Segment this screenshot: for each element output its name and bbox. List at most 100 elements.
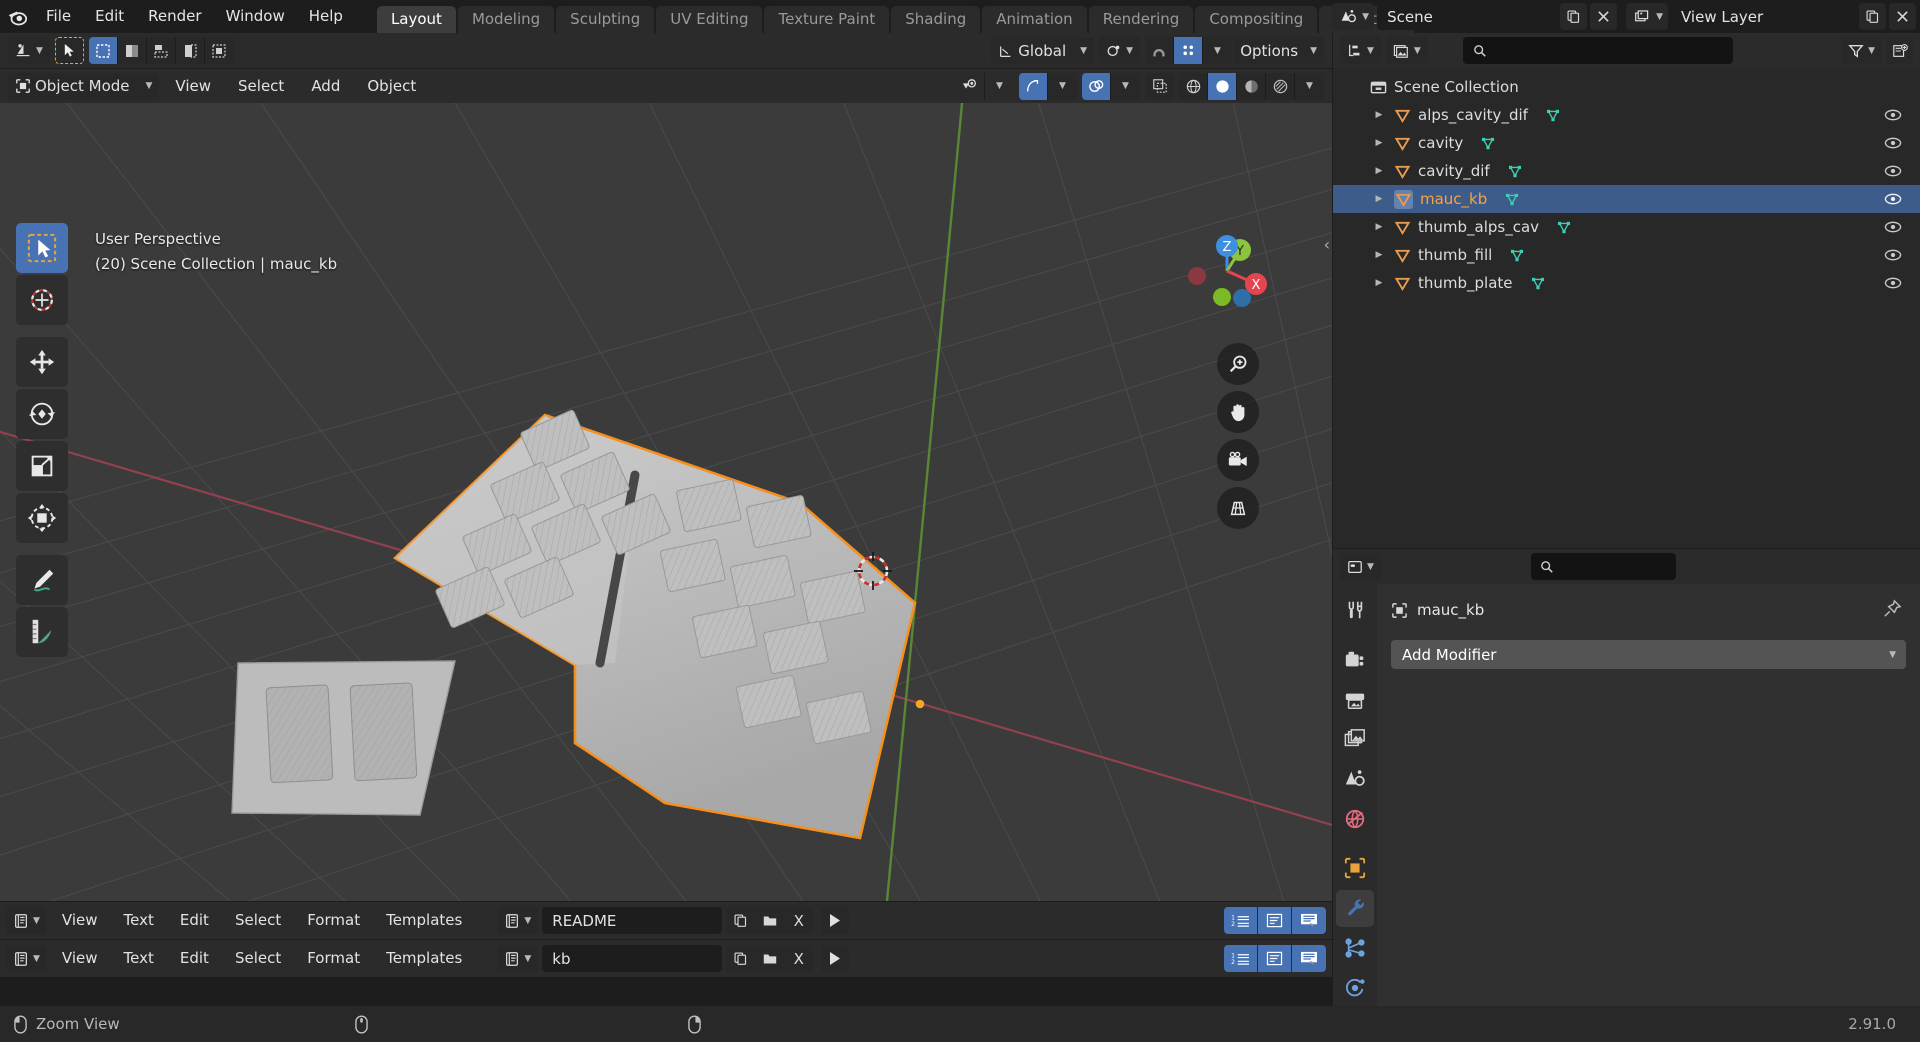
3d-viewport[interactable]: ▼ Global ▼ ▼ ▼ Options ▼ Object Mode ▼ V… <box>0 33 1332 901</box>
add-modifier-button[interactable]: Add Modifier ▼ <box>1391 640 1906 669</box>
outliner-item-thumb_plate[interactable]: ▶ thumb_plate <box>1333 269 1920 297</box>
syntax-highlight-icon-1[interactable] <box>1292 907 1326 934</box>
line-numbers-icon-2[interactable]: 12 <box>1224 945 1258 972</box>
outliner-search-input[interactable] <box>1462 37 1733 64</box>
properties-search-input[interactable] <box>1530 553 1676 580</box>
cursor-tool-button[interactable] <box>16 275 68 325</box>
close-x-icon-2[interactable]: X <box>784 945 814 972</box>
tweak-select-icon[interactable] <box>54 37 84 64</box>
menu-help[interactable]: Help <box>297 4 355 29</box>
mesh-data-icon-1[interactable] <box>1480 135 1496 151</box>
text-menu-edit-1[interactable]: Edit <box>169 907 220 934</box>
shading-solid-icon[interactable] <box>1208 72 1237 100</box>
tab-texture-paint[interactable]: Texture Paint <box>764 6 890 33</box>
tab-render[interactable] <box>1336 642 1374 679</box>
visibility-group[interactable]: ▼ <box>956 72 1014 100</box>
menu-file[interactable]: File <box>34 4 83 29</box>
outliner-item-thumb_fill[interactable]: ▶ thumb_fill <box>1333 241 1920 269</box>
tab-tool[interactable] <box>1336 592 1374 629</box>
outliner-item-mauc_kb[interactable]: ▶ mauc_kb <box>1333 185 1920 213</box>
move-tool-button[interactable] <box>16 337 68 387</box>
orthographic-toggle-icon[interactable] <box>1217 487 1259 529</box>
outliner-item-thumb_alps_cav[interactable]: ▶ thumb_alps_cav <box>1333 213 1920 241</box>
shading-wireframe-icon[interactable] <box>1179 72 1208 100</box>
word-wrap-icon-1[interactable] <box>1258 907 1292 934</box>
tab-rendering[interactable]: Rendering <box>1088 6 1194 33</box>
run-script-icon-1[interactable] <box>821 907 850 934</box>
editor-type-text-icon[interactable]: ▼ <box>6 907 47 934</box>
shading-rendered-icon[interactable] <box>1266 72 1295 100</box>
viewport-menu-select[interactable]: Select <box>227 73 295 100</box>
close-x-icon-1[interactable]: X <box>784 907 814 934</box>
mesh-data-icon-4[interactable] <box>1556 219 1572 235</box>
tab-animation[interactable]: Animation <box>982 6 1087 33</box>
pan-hand-icon[interactable] <box>1217 391 1259 433</box>
outliner-root-scene-collection[interactable]: Scene Collection <box>1333 73 1920 101</box>
select-box-icon[interactable] <box>88 37 118 64</box>
new-view-layer-button[interactable] <box>1859 3 1886 30</box>
overlays-dropdown-chevron-icon[interactable]: ▼ <box>1111 73 1140 100</box>
tab-uv-editing[interactable]: UV Editing <box>656 6 763 33</box>
tab-scene[interactable] <box>1336 761 1374 798</box>
mesh-data-icon-5[interactable] <box>1509 247 1525 263</box>
new-collection-icon[interactable] <box>1886 37 1913 64</box>
select-subtract-icon[interactable] <box>147 37 176 64</box>
scene-name-field[interactable]: Scene <box>1377 3 1558 30</box>
mesh-data-icon-0[interactable] <box>1545 107 1561 123</box>
overlays-icon[interactable] <box>1082 72 1111 100</box>
gizmo-icon[interactable] <box>1019 72 1048 100</box>
menu-edit[interactable]: Edit <box>83 4 136 29</box>
tab-shading[interactable]: Shading <box>891 6 981 33</box>
x-ray-toggle-icon[interactable] <box>1145 73 1174 100</box>
text-menu-view-2[interactable]: View <box>51 945 109 972</box>
outliner-item-alps_cavity_dif[interactable]: ▶ alps_cavity_dif <box>1333 101 1920 129</box>
line-numbers-icon-1[interactable]: 12 <box>1224 907 1258 934</box>
outliner-item-cavity_dif[interactable]: ▶ cavity_dif <box>1333 157 1920 185</box>
new-scene-button[interactable] <box>1560 3 1588 30</box>
text-editor-kb[interactable]: ▼ View Text Edit Select Format Templates… <box>0 939 1332 977</box>
editor-type-3dview-icon[interactable]: ▼ <box>8 37 50 64</box>
visibility-eye-icon-5[interactable] <box>1884 248 1902 262</box>
pin-icon[interactable] <box>1883 599 1902 618</box>
object-mode-dropdown[interactable]: Object Mode ▼ <box>8 72 160 100</box>
text-filename-field-2[interactable]: kb <box>542 945 723 972</box>
text-datablock-icon-1[interactable]: ▼ <box>497 907 539 934</box>
gizmo-group[interactable]: ▼ <box>1019 72 1077 100</box>
text-menu-view-1[interactable]: View <box>51 907 109 934</box>
tab-compositing[interactable]: Compositing <box>1195 6 1318 33</box>
disclosure-icon-6[interactable]: ▶ <box>1371 278 1387 288</box>
outliner-display-mode-icon[interactable]: ▼ <box>1340 37 1381 64</box>
snap-group[interactable]: ▼ <box>1145 37 1232 64</box>
measure-tool-button[interactable] <box>16 607 68 657</box>
properties-editor[interactable]: ▼ mauc_kb Add Modifier ▼ <box>1333 549 1920 1006</box>
view-layer-selector-icon-button[interactable]: ▼ <box>1626 3 1668 30</box>
text-filename-field-1[interactable]: README <box>542 907 723 934</box>
disclosure-icon-2[interactable]: ▶ <box>1371 166 1387 176</box>
text-menu-format-1[interactable]: Format <box>296 907 371 934</box>
gizmo-dropdown-chevron-icon[interactable]: ▼ <box>1048 73 1077 100</box>
disclosure-icon-1[interactable]: ▶ <box>1371 138 1387 148</box>
remove-scene-button[interactable] <box>1590 3 1618 30</box>
outliner-editor[interactable]: ▼ ▼ ▼ Scene Collection ▶ alps_cavity_dif… <box>1333 33 1920 548</box>
zoom-in-icon[interactable] <box>1217 343 1259 385</box>
editor-type-properties-icon[interactable]: ▼ <box>1340 553 1381 580</box>
visibility-eye-icon-2[interactable] <box>1884 164 1902 178</box>
text-menu-select-2[interactable]: Select <box>224 945 292 972</box>
id-type-filter-icon[interactable]: ▼ <box>1385 37 1428 64</box>
new-text-icon-2[interactable] <box>726 945 756 972</box>
filter-funnel-icon[interactable]: ▼ <box>1841 37 1882 64</box>
text-menu-edit-2[interactable]: Edit <box>169 945 220 972</box>
text-editor-readme[interactable]: ▼ View Text Edit Select Format Templates… <box>0 901 1332 939</box>
menu-window[interactable]: Window <box>214 4 297 29</box>
scene-selector-icon-button[interactable]: ▼ <box>1332 3 1375 30</box>
tab-modeling[interactable]: Modeling <box>457 6 555 33</box>
viewport-options-dropdown[interactable]: Options ▼ <box>1233 37 1324 64</box>
tab-output[interactable] <box>1336 681 1374 718</box>
snap-magnet-icon[interactable] <box>1145 37 1174 64</box>
visibility-eye-icon-0[interactable] <box>1884 108 1902 122</box>
view-layer-name-field[interactable]: View Layer <box>1671 3 1856 30</box>
menu-render[interactable]: Render <box>136 4 213 29</box>
open-folder-icon-2[interactable] <box>755 945 785 972</box>
chevron-left-icon[interactable]: ‹ <box>1324 235 1330 254</box>
disclosure-icon-0[interactable]: ▶ <box>1371 110 1387 120</box>
